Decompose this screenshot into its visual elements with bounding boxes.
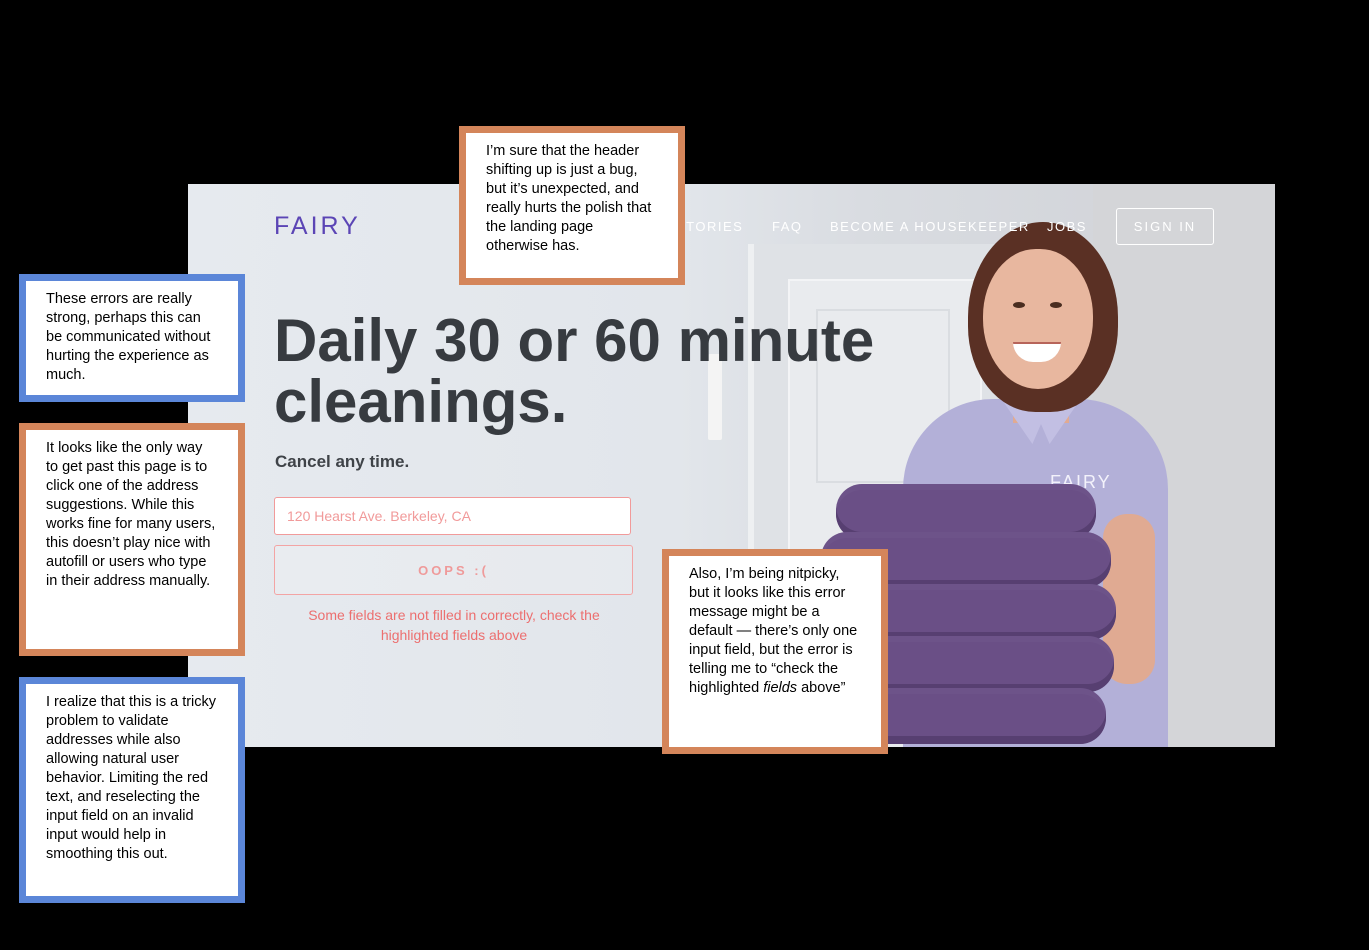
page-title: Daily 30 or 60 minute cleanings. [274,307,875,435]
annotation-italic-word: fields [763,680,798,696]
annotation-text: I realize that this is a tricky problem … [46,694,217,862]
annotation-tricky-problem: I realize that this is a tricky problem … [19,677,245,903]
housekeeper-face [983,249,1093,389]
eye-left [1013,302,1025,308]
eye-right [1050,302,1062,308]
annotation-text: Also, I’m being nitpicky, but it looks l… [689,565,861,698]
annotation-text-part: above” [797,680,846,696]
annotation-text: I’m sure that the header shifting up is … [486,143,652,254]
annotation-nitpicky: Also, I’m being nitpicky, but it looks l… [662,549,888,754]
annotation-text-part: Also, I’m being nitpicky, but it looks l… [689,566,858,696]
address-input[interactable] [274,497,631,535]
submit-button[interactable]: OOPS :( [274,545,633,595]
nav-jobs[interactable]: JOBS [1047,219,1087,234]
nav-stories[interactable]: STORIES [676,219,743,234]
annotation-address-suggestions: It looks like the only way to get past t… [19,423,245,656]
annotation-text: These errors are really strong, perhaps … [46,291,211,383]
error-message: Some fields are not filled in correctly,… [308,607,600,643]
fairy-logo[interactable]: FAIRY [274,212,361,241]
subheadline: Cancel any time. [275,452,410,471]
nav-faq[interactable]: FAQ [772,219,803,234]
annotation-text: It looks like the only way to get past t… [46,440,216,589]
annotation-errors-strong: These errors are really strong, perhaps … [19,274,245,402]
annotation-header-bug: I’m sure that the header shifting up is … [459,126,685,285]
nav-become-housekeeper[interactable]: BECOME A HOUSEKEEPER [830,219,1030,234]
sign-in-button[interactable]: SIGN IN [1116,208,1214,245]
